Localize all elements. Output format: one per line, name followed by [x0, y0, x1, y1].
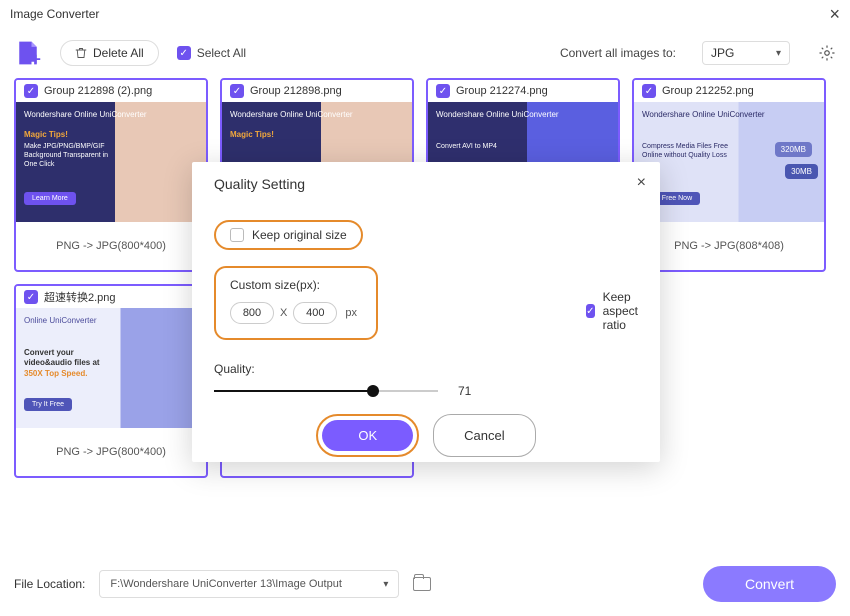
slider-fill	[214, 390, 373, 392]
quality-value: 71	[458, 384, 471, 398]
checkbox-checked-icon: ✓	[586, 304, 595, 318]
checkbox-checked-icon[interactable]: ✓	[24, 84, 38, 98]
dialog-title: Quality Setting	[214, 176, 638, 192]
window-title: Image Converter	[10, 7, 99, 21]
checkbox-checked-icon[interactable]: ✓	[24, 290, 38, 304]
checkbox-checked-icon[interactable]: ✓	[642, 84, 656, 98]
thumb-brand: Wondershare Online UniConverter	[24, 110, 147, 119]
delete-all-label: Delete All	[93, 46, 144, 60]
thumbnail: Online UniConverter Convert yourvideo&au…	[16, 308, 206, 428]
quality-setting-dialog: Quality Setting × Keep original size Cus…	[192, 162, 660, 462]
select-all-label: Select All	[197, 46, 246, 60]
toolbar: Delete All ✓ Select All Convert all imag…	[0, 28, 850, 78]
thumb-pill: 320MB	[775, 142, 812, 157]
ok-button-highlight: OK	[316, 414, 419, 457]
checkbox-checked-icon[interactable]: ✓	[436, 84, 450, 98]
file-location-path: F:\Wondershare UniConverter 13\Image Out…	[110, 578, 342, 590]
card-header: ✓ Group 212898.png	[222, 80, 412, 102]
document-add-icon	[14, 39, 42, 67]
card-footer: PNG -> JPG(808*408)	[634, 222, 824, 270]
custom-size-group: Custom size(px): 800 X 400 px	[214, 266, 378, 340]
keep-aspect-ratio-checkbox[interactable]: ✓ Keep aspect ratio	[586, 290, 660, 332]
add-image-button[interactable]	[14, 39, 42, 67]
keep-aspect-ratio-label: Keep aspect ratio	[603, 290, 660, 332]
quality-slider[interactable]	[214, 390, 438, 392]
open-folder-button[interactable]	[413, 577, 431, 591]
thumb-tag: Magic Tips!	[230, 130, 274, 139]
format-value: JPG	[711, 46, 734, 60]
select-all-checkbox[interactable]: ✓ Select All	[177, 46, 246, 60]
image-card[interactable]: ✓ Group 212898 (2).png Wondershare Onlin…	[14, 78, 208, 272]
card-header: ✓ Group 212898 (2).png	[16, 80, 206, 102]
px-label: px	[345, 307, 357, 319]
thumb-tag: Magic Tips!	[24, 130, 68, 139]
image-card[interactable]: ✓ Group 212252.png Wondershare Online Un…	[632, 78, 826, 272]
convert-to-label: Convert all images to:	[560, 46, 676, 60]
height-input[interactable]: 400	[293, 302, 337, 324]
thumb-brand: Wondershare Online UniConverter	[642, 110, 765, 119]
card-header: ✓ 超速转换2.png	[16, 286, 206, 308]
delete-all-button[interactable]: Delete All	[60, 40, 159, 66]
keep-original-label: Keep original size	[252, 228, 347, 242]
trash-icon	[75, 47, 87, 59]
image-card[interactable]: ✓ 超速转换2.png Online UniConverter Convert …	[14, 284, 208, 478]
titlebar: Image Converter ×	[0, 0, 850, 28]
thumb-pill: 30MB	[785, 164, 818, 179]
slider-knob[interactable]	[367, 385, 379, 397]
thumb-sub: Compress Media Files Free Online without…	[642, 142, 732, 160]
file-name: Group 212252.png	[662, 85, 754, 97]
file-name: 超速转换2.png	[44, 289, 116, 305]
convert-button[interactable]: Convert	[703, 566, 836, 602]
card-header: ✓ Group 212252.png	[634, 80, 824, 102]
thumb-brand: Online UniConverter	[24, 316, 96, 325]
quality-label: Quality:	[214, 362, 638, 376]
ok-button[interactable]: OK	[322, 420, 413, 451]
thumb-sub: Convert AVI to MP4	[436, 142, 497, 151]
close-icon[interactable]: ×	[829, 4, 840, 25]
card-footer: PNG -> JPG(800*400)	[16, 428, 206, 476]
thumbnail: Wondershare Online UniConverter Magic Ti…	[16, 102, 206, 222]
close-icon[interactable]: ×	[637, 174, 646, 192]
cancel-button[interactable]: Cancel	[433, 414, 535, 457]
card-header: ✓ Group 212274.png	[428, 80, 618, 102]
file-location-select[interactable]: F:\Wondershare UniConverter 13\Image Out…	[99, 570, 399, 598]
file-name: Group 212898.png	[250, 85, 342, 97]
format-select[interactable]: JPG ▾	[702, 41, 790, 65]
chevron-down-icon: ▾	[383, 579, 388, 590]
card-footer: PNG -> JPG(800*400)	[16, 222, 206, 270]
thumb-brand: Wondershare Online UniConverter	[436, 110, 559, 119]
dimension-separator: X	[280, 307, 287, 319]
thumb-btn: Learn More	[24, 192, 76, 205]
chevron-down-icon: ▾	[776, 48, 781, 59]
thumb-btn: Try It Free	[24, 398, 72, 411]
thumb-sub: Convert yourvideo&audio files at350X Top…	[24, 348, 100, 379]
gear-icon[interactable]	[818, 44, 836, 62]
file-location-label: File Location:	[14, 577, 85, 591]
keep-original-size-option[interactable]: Keep original size	[214, 220, 363, 250]
file-name: Group 212274.png	[456, 85, 548, 97]
checkbox-checked-icon: ✓	[177, 46, 191, 60]
footer-bar: File Location: F:\Wondershare UniConvert…	[0, 552, 850, 616]
thumb-brand: Wondershare Online UniConverter	[230, 110, 353, 119]
width-input[interactable]: 800	[230, 302, 274, 324]
custom-size-label: Custom size(px):	[230, 278, 362, 292]
thumb-sub: Make JPG/PNG/BMP/GIF Background Transpar…	[24, 142, 114, 169]
checkbox-unchecked-icon	[230, 228, 244, 242]
checkbox-checked-icon[interactable]: ✓	[230, 84, 244, 98]
thumbnail: Wondershare Online UniConverter Compress…	[634, 102, 824, 222]
file-name: Group 212898 (2).png	[44, 85, 152, 97]
